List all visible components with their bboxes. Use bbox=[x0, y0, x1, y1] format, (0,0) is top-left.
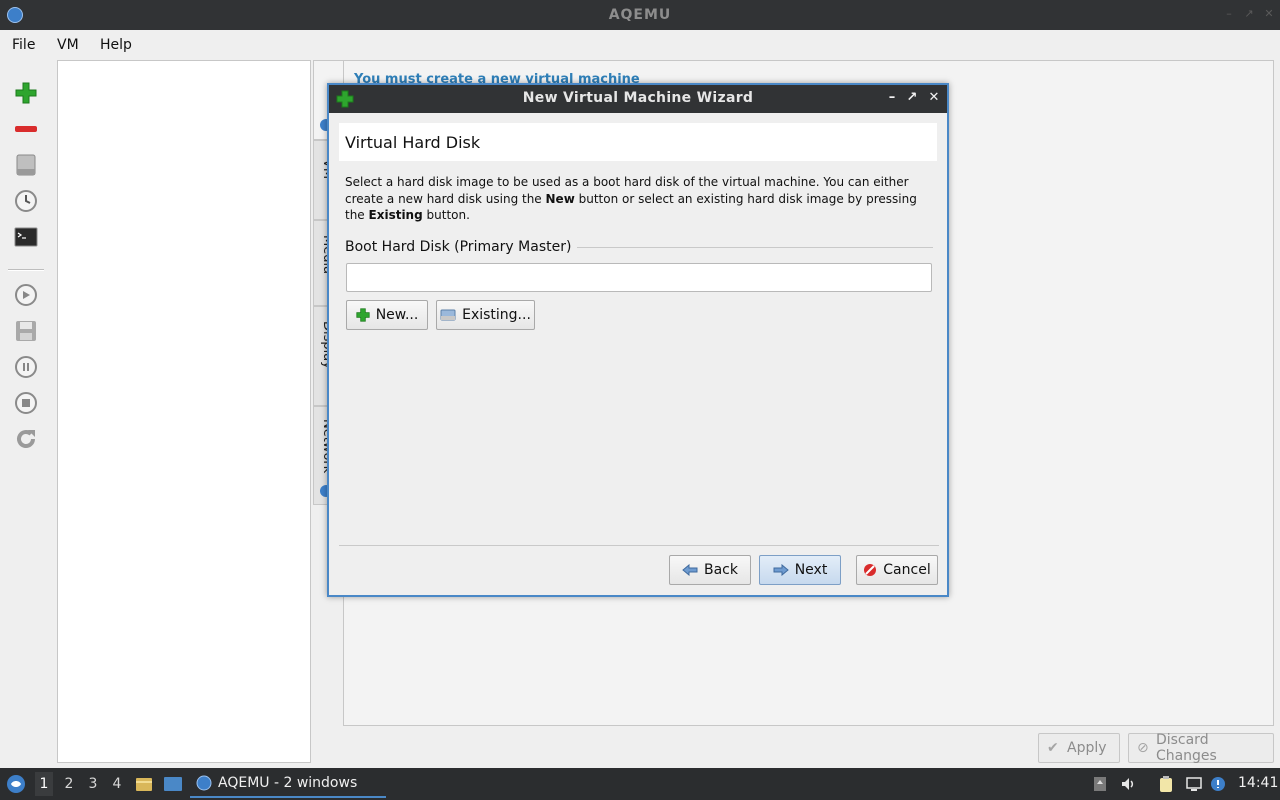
clock-icon bbox=[15, 190, 37, 212]
dialog-titlebar: New Virtual Machine Wizard – ↗ ✕ bbox=[329, 85, 947, 113]
existing-button-label: Existing... bbox=[462, 307, 531, 323]
window-title: AQEMU bbox=[608, 7, 672, 23]
apply-button[interactable]: ✔ Apply bbox=[1038, 733, 1120, 763]
description-new-keyword: New bbox=[545, 191, 575, 206]
window-titlebar: AQEMU – ↗ ✕ bbox=[0, 0, 1280, 30]
taskbar-task-aqemu[interactable]: AQEMU - 2 windows bbox=[190, 770, 386, 798]
add-vm-button[interactable] bbox=[12, 79, 40, 107]
task-label: AQEMU - 2 windows bbox=[218, 775, 358, 791]
discard-changes-button[interactable]: ⊘ Discard Changes bbox=[1128, 732, 1274, 764]
desktop-2[interactable]: 2 bbox=[60, 776, 78, 792]
taskbar: 1 2 3 4 AQEMU - 2 windows 14:41 bbox=[0, 768, 1280, 800]
save-vm-button[interactable] bbox=[12, 317, 40, 345]
arrow-right-icon bbox=[773, 564, 789, 576]
stop-icon bbox=[15, 392, 37, 414]
toolbar-separator bbox=[8, 269, 44, 271]
discard-label: Discard Changes bbox=[1155, 732, 1217, 764]
apply-label: Apply bbox=[1067, 740, 1107, 756]
menu-file[interactable]: File bbox=[12, 37, 35, 53]
network-tray-icon[interactable] bbox=[1186, 776, 1202, 792]
button-separator bbox=[339, 545, 939, 546]
terminal-icon bbox=[14, 227, 38, 247]
pause-vm-button[interactable] bbox=[12, 353, 40, 381]
desktop-1[interactable]: 1 bbox=[35, 772, 53, 796]
next-button-label: Next bbox=[794, 562, 828, 578]
dialog-close-button[interactable]: ✕ bbox=[927, 90, 941, 106]
new-button-label: New... bbox=[375, 307, 419, 323]
page-description: Select a hard disk image to be used as a… bbox=[345, 174, 935, 224]
play-icon bbox=[15, 284, 37, 306]
new-disk-button[interactable]: New... bbox=[346, 300, 428, 330]
vm-list[interactable] bbox=[57, 60, 311, 763]
start-menu-icon[interactable] bbox=[6, 774, 26, 794]
cancel-icon: ⊘ bbox=[1137, 740, 1149, 756]
cancel-button[interactable]: Cancel bbox=[856, 555, 938, 585]
updates-icon[interactable] bbox=[1210, 776, 1226, 792]
next-button[interactable]: Next bbox=[759, 555, 841, 585]
existing-disk-button[interactable]: Existing... bbox=[436, 300, 535, 330]
save-icon bbox=[16, 321, 36, 341]
checkmark-icon: ✔ bbox=[1047, 740, 1059, 756]
page-title: Virtual Hard Disk bbox=[345, 133, 481, 152]
close-button[interactable]: ✕ bbox=[1263, 8, 1275, 20]
start-vm-button[interactable] bbox=[12, 281, 40, 309]
clipboard-icon[interactable] bbox=[1158, 776, 1174, 792]
menu-help[interactable]: Help bbox=[100, 37, 132, 53]
reset-vm-button[interactable] bbox=[12, 425, 40, 453]
arrow-left-icon bbox=[682, 564, 698, 576]
hard-disk-icon bbox=[440, 309, 456, 321]
remove-vm-button[interactable] bbox=[12, 115, 40, 143]
aqemu-icon bbox=[196, 775, 212, 791]
back-button-label: Back bbox=[704, 562, 738, 578]
add-vm-icon bbox=[15, 82, 37, 104]
menu-vm[interactable]: VM bbox=[57, 37, 79, 53]
cancel-icon bbox=[864, 564, 877, 576]
add-icon bbox=[356, 308, 370, 322]
cancel-button-label: Cancel bbox=[883, 562, 931, 578]
clock-button[interactable] bbox=[12, 187, 40, 215]
terminal-button[interactable] bbox=[12, 223, 40, 251]
hard-disk-icon bbox=[16, 154, 36, 176]
minimize-button[interactable]: – bbox=[1223, 8, 1235, 20]
storage-icon[interactable] bbox=[1092, 776, 1108, 792]
vm-toolbar bbox=[0, 60, 52, 770]
stop-vm-button[interactable] bbox=[12, 389, 40, 417]
dialog-minimize-button[interactable]: – bbox=[885, 90, 899, 106]
boot-disk-group-title: Boot Hard Disk (Primary Master) bbox=[345, 239, 578, 255]
wizard-page-header: Virtual Hard Disk bbox=[339, 123, 937, 161]
new-vm-wizard-dialog: New Virtual Machine Wizard – ↗ ✕ Virtual… bbox=[327, 83, 949, 597]
hard-disk-button[interactable] bbox=[12, 151, 40, 179]
show-desktop-icon[interactable] bbox=[163, 775, 183, 793]
menubar: File VM Help bbox=[0, 30, 1280, 60]
dialog-title: New Virtual Machine Wizard bbox=[522, 90, 754, 106]
dialog-maximize-button[interactable]: ↗ bbox=[905, 90, 919, 106]
boot-disk-path-input[interactable] bbox=[346, 263, 932, 292]
description-text: button. bbox=[422, 208, 470, 222]
remove-vm-icon bbox=[15, 126, 37, 132]
pause-icon bbox=[15, 356, 37, 378]
volume-icon[interactable] bbox=[1120, 776, 1136, 792]
file-manager-icon[interactable] bbox=[135, 775, 153, 793]
back-button[interactable]: Back bbox=[669, 555, 751, 585]
maximize-button[interactable]: ↗ bbox=[1243, 8, 1255, 20]
description-existing-keyword: Existing bbox=[368, 208, 423, 222]
clock: 14:41 bbox=[1238, 775, 1279, 791]
reload-icon bbox=[17, 430, 35, 448]
desktop-4[interactable]: 4 bbox=[108, 776, 126, 792]
desktop-3[interactable]: 3 bbox=[84, 776, 102, 792]
